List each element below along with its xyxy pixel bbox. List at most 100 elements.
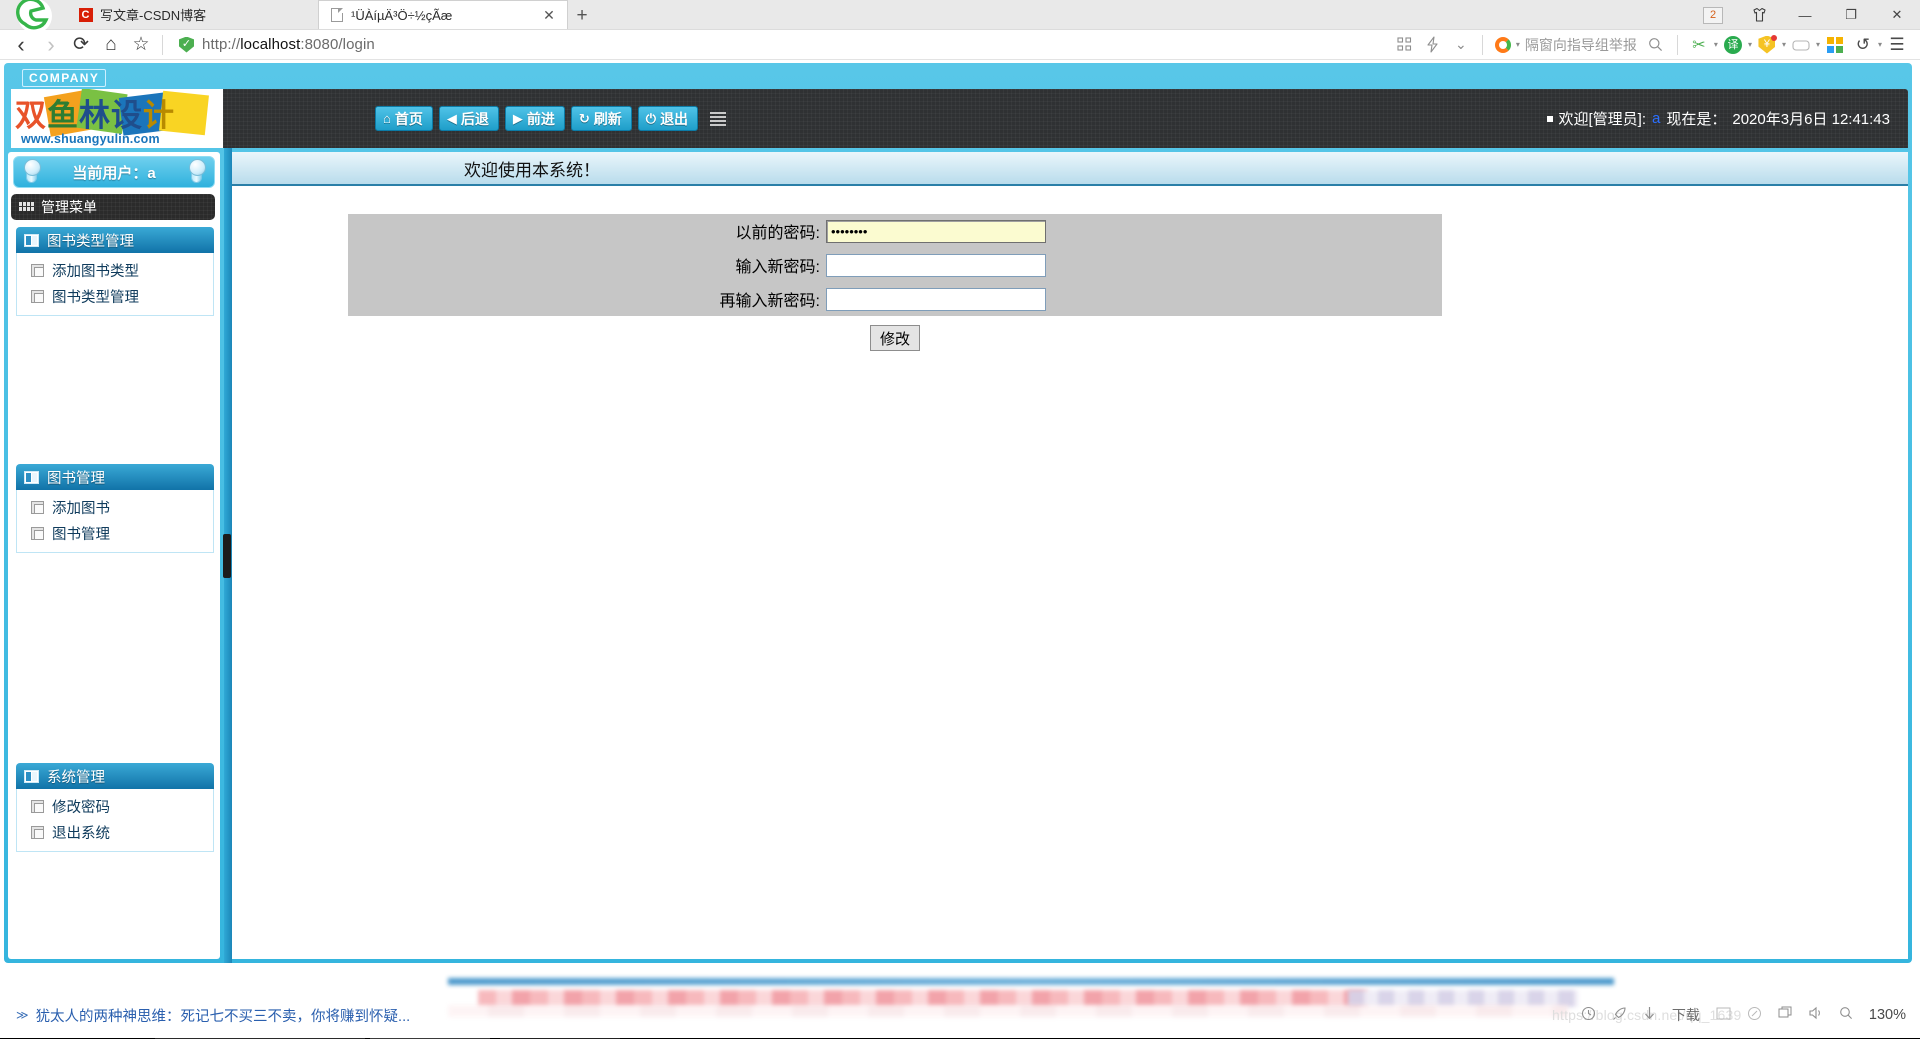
rocket-icon[interactable] bbox=[1612, 1006, 1627, 1025]
back-icon[interactable]: ‹ bbox=[6, 31, 36, 59]
window-icon bbox=[24, 233, 39, 247]
sidebar-group-header[interactable]: 图书类型管理 bbox=[16, 227, 214, 253]
search-icon[interactable] bbox=[1643, 32, 1669, 58]
app-button-label: 刷新 bbox=[593, 110, 622, 127]
theme-shirt-icon[interactable] bbox=[1736, 0, 1782, 30]
download-label[interactable]: 下载 bbox=[1672, 1005, 1700, 1025]
close-icon[interactable]: ✕ bbox=[541, 8, 557, 22]
app-button-refresh[interactable]: ↻ 刷新 bbox=[570, 106, 632, 131]
power-icon: ⏻ bbox=[645, 111, 657, 126]
forward-icon[interactable]: › bbox=[36, 31, 66, 59]
apps-icon[interactable] bbox=[1392, 32, 1418, 58]
compass-icon[interactable] bbox=[1747, 1006, 1762, 1025]
document-icon bbox=[31, 500, 44, 514]
close-window-button[interactable]: ✕ bbox=[1874, 0, 1920, 30]
sidebar-item-label: 图书管理 bbox=[52, 526, 110, 543]
app-button-home[interactable]: ⌂ 首页 bbox=[375, 106, 433, 131]
sidebar-item-book-type-manage[interactable]: 图书类型管理 bbox=[17, 283, 213, 309]
document-icon bbox=[31, 526, 44, 540]
chevron-down-icon[interactable]: ≫ bbox=[16, 1008, 29, 1022]
sidebar-group-header[interactable]: 图书管理 bbox=[16, 464, 214, 490]
favorite-star-icon[interactable]: ☆ bbox=[126, 31, 156, 59]
field-cell bbox=[826, 282, 1442, 316]
game-icon[interactable] bbox=[1788, 32, 1814, 58]
search-input[interactable]: 隔窗向指导组举报 bbox=[1525, 35, 1637, 55]
tab-title: 写文章-CSDN博客 bbox=[100, 8, 207, 23]
submit-button[interactable]: 修改 bbox=[869, 325, 920, 351]
sidebar-item-label: 添加图书类型 bbox=[52, 263, 139, 280]
form-row-new-password: 输入新密码: bbox=[348, 248, 1442, 282]
page-icon bbox=[329, 8, 344, 23]
home-icon: ⌂ bbox=[383, 111, 391, 126]
browser-tab-1[interactable]: C 写文章-CSDN博客 bbox=[68, 0, 318, 29]
caret-down-icon[interactable]: ▾ bbox=[1782, 40, 1786, 49]
undo-icon[interactable]: ↺ bbox=[1850, 32, 1876, 58]
divider bbox=[1481, 34, 1483, 55]
sidebar-group-header[interactable]: 系统管理 bbox=[16, 763, 214, 789]
zoom-level[interactable]: 130% bbox=[1869, 1007, 1906, 1023]
form-row-submit: 修改 bbox=[348, 316, 1442, 360]
sidebar-item-add-book-type[interactable]: 添加图书类型 bbox=[17, 257, 213, 283]
security-money-icon[interactable]: ¥ bbox=[1754, 32, 1780, 58]
browser-tab-2[interactable]: ¹ÜÀíµÄ³Ö÷½çÃæ ✕ bbox=[318, 0, 568, 29]
field-cell bbox=[826, 248, 1442, 282]
pin-icon bbox=[24, 159, 41, 183]
new-password-input[interactable] bbox=[826, 253, 1046, 277]
app-header: COMPANY 双鱼林设计 www.shuangyulin.com ⌂ 首页 ◀… bbox=[4, 63, 1912, 148]
sidebar-item-add-book[interactable]: 添加图书 bbox=[17, 494, 213, 520]
caret-down-icon[interactable]: ▾ bbox=[1816, 40, 1820, 49]
arrow-left-icon: ◀ bbox=[446, 111, 457, 126]
old-password-input[interactable] bbox=[826, 219, 1046, 243]
app-button-forward[interactable]: ▶ 前进 bbox=[504, 106, 565, 131]
caret-down-icon[interactable]: ▾ bbox=[1748, 40, 1752, 49]
document-icon bbox=[31, 263, 44, 277]
frame-icon[interactable] bbox=[1716, 1007, 1731, 1024]
app-button-exit[interactable]: ⏻ 退出 bbox=[637, 106, 699, 131]
sidebar-item-logout[interactable]: 退出系统 bbox=[17, 819, 213, 845]
edge-logo-icon bbox=[8, 0, 62, 34]
sidebar-item-change-password[interactable]: 修改密码 bbox=[17, 793, 213, 819]
window-controls: 2 — ❐ ✕ bbox=[1690, 0, 1920, 30]
splitter-handle[interactable] bbox=[223, 534, 231, 578]
browser-toolbar-right: ⌄ ▾ 隔窗向指导组举报 ✂ ▾ 译 ▾ ¥ ▾ ▾ ↺ ▾ ☰ bbox=[1392, 32, 1914, 58]
grid-icon[interactable] bbox=[1822, 32, 1848, 58]
form-row-old-password: 以前的密码: bbox=[348, 214, 1442, 248]
sidebar-group-body: 添加图书 图书管理 bbox=[16, 490, 214, 553]
sidebar-group-title: 图书管理 bbox=[47, 470, 105, 487]
menu-icon[interactable]: ☰ bbox=[1884, 32, 1910, 58]
sidebar-group-title: 图书类型管理 bbox=[47, 233, 134, 250]
translate-icon[interactable]: 译 bbox=[1720, 32, 1746, 58]
tab-count-badge[interactable]: 2 bbox=[1690, 0, 1736, 30]
news-text[interactable]: 犹太人的两种神思维：死记七不买三不卖，你将赚到怀疑... bbox=[36, 1005, 411, 1026]
maximize-button[interactable]: ❐ bbox=[1828, 0, 1874, 30]
new-tab-button[interactable]: + bbox=[568, 5, 596, 29]
address-bar[interactable]: ✓ http://localhost:8080/login bbox=[179, 31, 1392, 59]
chevron-down-icon[interactable]: ⌄ bbox=[1448, 32, 1474, 58]
news-ticker[interactable]: ≫ 犹太人的两种神思维：死记七不买三不卖，你将赚到怀疑... bbox=[16, 1005, 410, 1026]
minimize-button[interactable]: — bbox=[1782, 0, 1828, 30]
time-label: 现在是： bbox=[1666, 111, 1727, 128]
brand-url: www.shuangyulin.com bbox=[21, 132, 160, 146]
grid-dots-icon bbox=[19, 202, 34, 212]
app-menu-icon[interactable] bbox=[710, 110, 727, 128]
clock-icon[interactable] bbox=[1581, 1006, 1596, 1025]
window-icon[interactable] bbox=[1778, 1006, 1792, 1024]
caret-down-icon[interactable]: ▾ bbox=[1516, 40, 1520, 49]
form-table: 以前的密码: 输入新密码: bbox=[348, 214, 1442, 360]
search-engine-widget[interactable]: ▾ 隔窗向指导组举报 bbox=[1491, 35, 1641, 55]
caret-down-icon[interactable]: ▾ bbox=[1878, 40, 1882, 49]
refresh-icon: ↻ bbox=[578, 111, 590, 126]
field-label: 再输入新密码: bbox=[348, 282, 826, 316]
download-arrow-icon[interactable] bbox=[1643, 1006, 1656, 1025]
refresh-icon[interactable]: ⟳ bbox=[66, 31, 96, 59]
pin-icon bbox=[189, 159, 206, 183]
search-small-icon[interactable] bbox=[1839, 1006, 1853, 1024]
scissors-icon[interactable]: ✂ bbox=[1686, 32, 1712, 58]
lightning-icon[interactable] bbox=[1420, 32, 1446, 58]
sidebar-item-book-manage[interactable]: 图书管理 bbox=[17, 520, 213, 546]
home-icon[interactable]: ⌂ bbox=[96, 31, 126, 59]
app-button-back[interactable]: ◀ 后退 bbox=[438, 106, 499, 131]
sound-icon[interactable] bbox=[1808, 1006, 1823, 1024]
caret-down-icon[interactable]: ▾ bbox=[1714, 40, 1718, 49]
confirm-password-input[interactable] bbox=[826, 287, 1046, 311]
